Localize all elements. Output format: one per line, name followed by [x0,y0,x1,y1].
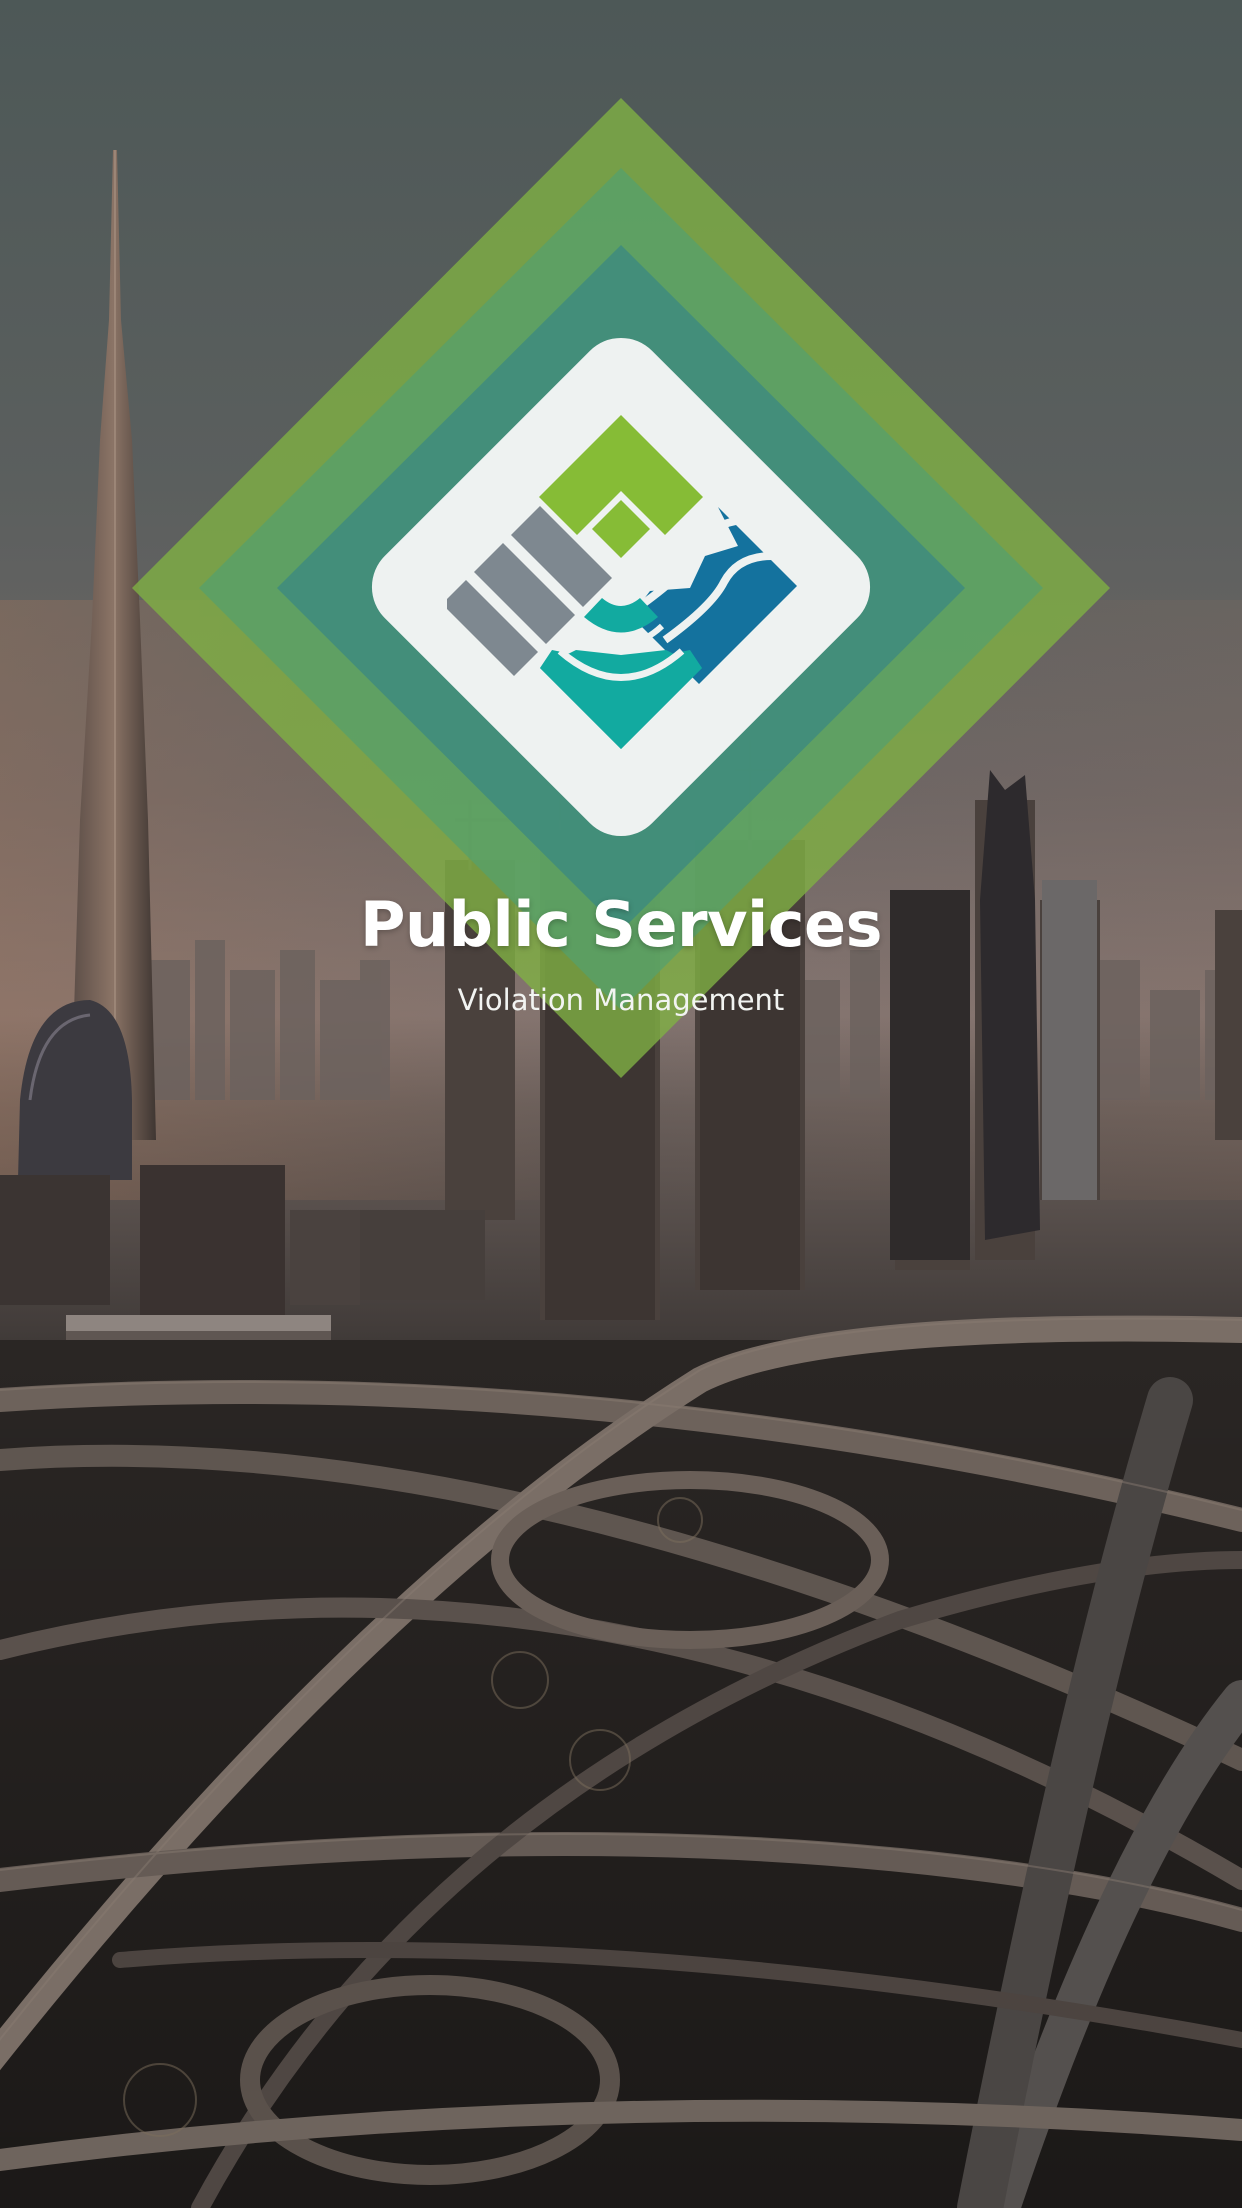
splash-screen: Public Services Violation Management [0,0,1242,2208]
app-subtitle: Violation Management [457,983,785,1017]
app-title: Public Services [360,888,882,961]
